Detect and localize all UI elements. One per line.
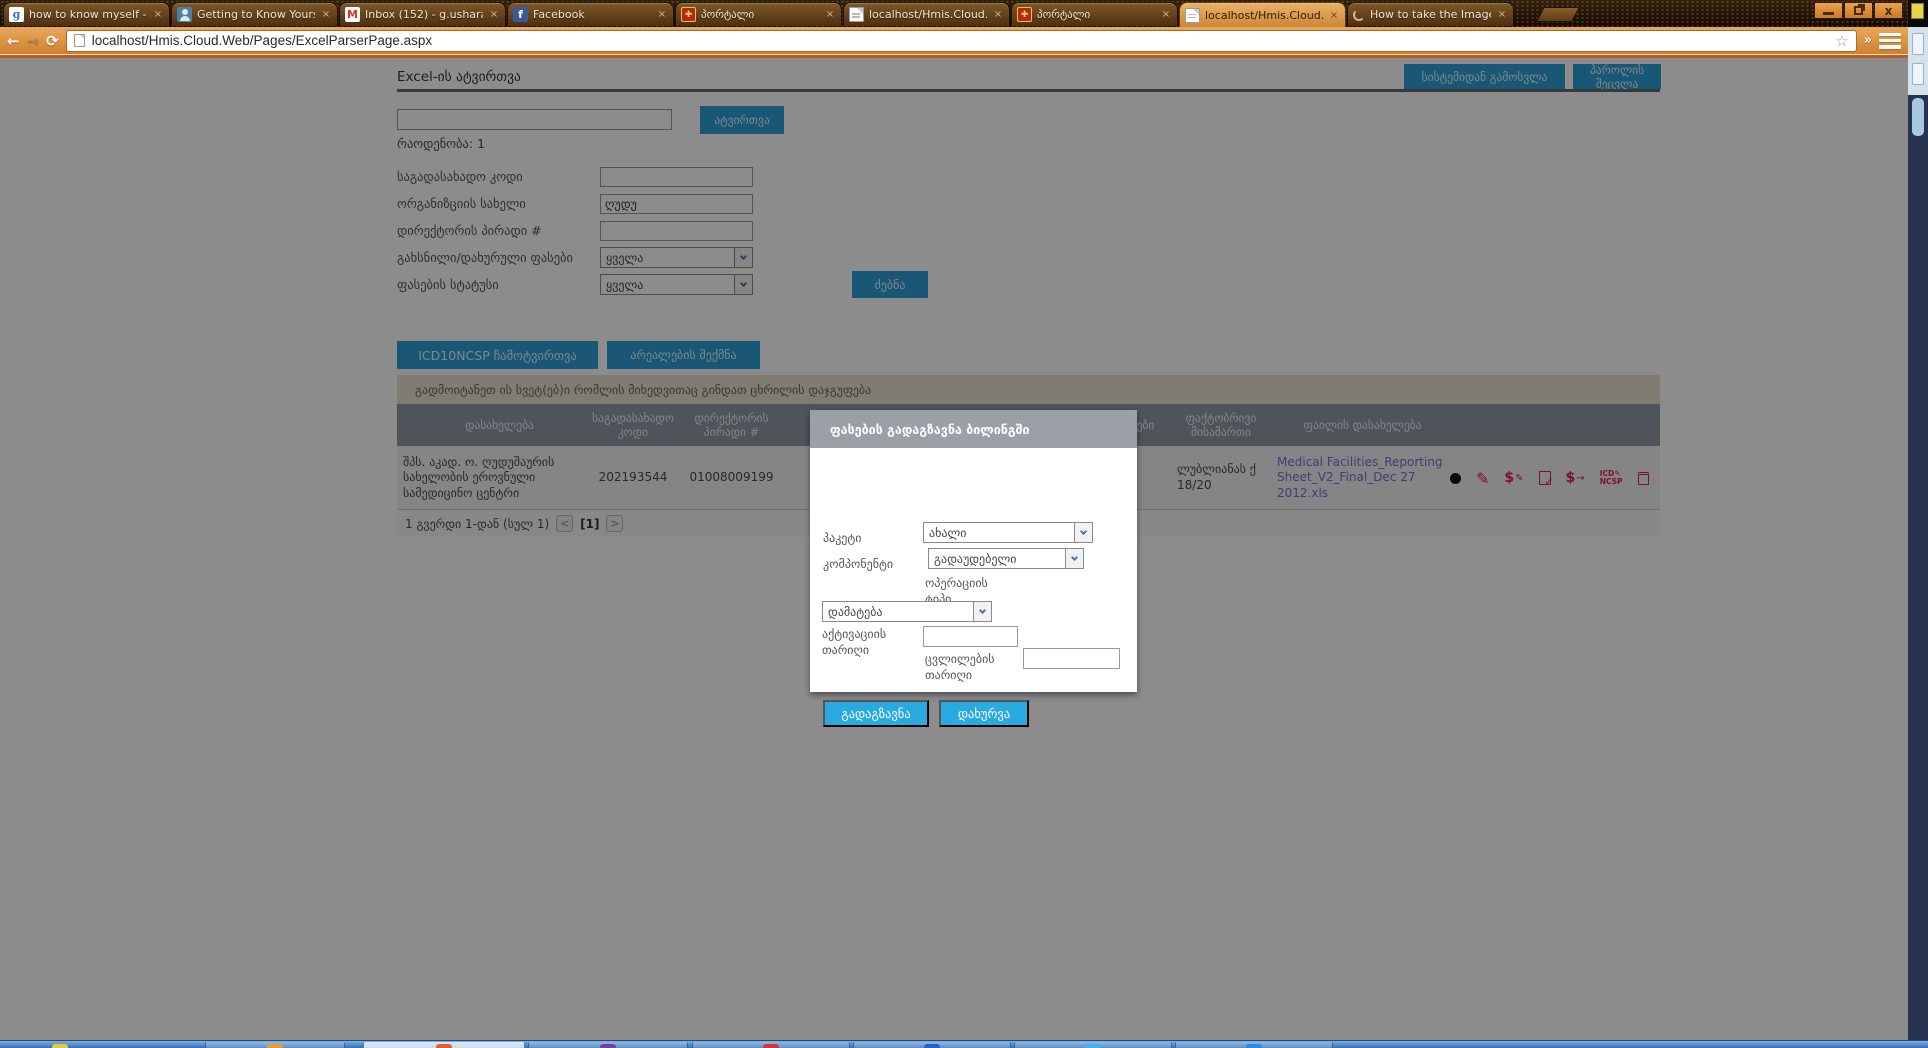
scrollbar-thumb[interactable]: [1912, 98, 1924, 136]
operation-type-select[interactable]: დამატება: [822, 601, 992, 622]
close-button[interactable]: x: [1874, 2, 1903, 19]
tab-title: localhost/Hmis.Cloud.We: [1205, 9, 1323, 22]
chrome-menu-icon[interactable]: [1879, 33, 1901, 49]
activation-date-input[interactable]: [923, 626, 1018, 647]
page-favicon: [74, 34, 85, 47]
tab-strip: g how to know myself - Goo × Getting to …: [3, 2, 1515, 27]
tab-title: Getting to Know Yourself,: [197, 8, 315, 21]
taskbar-item[interactable]: [528, 1042, 688, 1048]
tab-how-to-take-image[interactable]: How to take the Image of ×: [1347, 2, 1514, 26]
reload-icon[interactable]: ⟳: [46, 32, 59, 50]
new-tab-button[interactable]: [1536, 7, 1580, 22]
send-button[interactable]: გადაგზავნა: [823, 700, 929, 727]
loading-spinner-favicon: [1353, 9, 1365, 21]
taskbar-item[interactable]: [692, 1042, 850, 1048]
tab-close-icon[interactable]: ×: [824, 9, 836, 20]
person-favicon: [177, 7, 192, 22]
georgia-emblem-favicon: ✚: [1017, 7, 1032, 22]
facebook-favicon: f: [513, 7, 528, 22]
tab-close-icon[interactable]: ×: [1496, 9, 1508, 20]
background-window-edge: [1908, 0, 1928, 1040]
package-label: პაკეტი: [823, 530, 861, 546]
taskbar-item[interactable]: [40, 1042, 80, 1048]
select-value: ახალი: [924, 526, 1074, 540]
gmail-favicon: M: [345, 7, 360, 22]
tab-bar: g how to know myself - Goo × Getting to …: [0, 0, 1908, 27]
tab-google-search[interactable]: g how to know myself - Goo ×: [3, 2, 170, 26]
tab-localhost-active[interactable]: localhost/Hmis.Cloud.We ×: [1179, 2, 1346, 27]
georgia-emblem-favicon: ✚: [681, 7, 696, 22]
page-viewport: Excel-ის ატვირთვა სისტემიდან გამოსვლა პა…: [0, 58, 1908, 1040]
tab-facebook[interactable]: f Facebook ×: [507, 2, 674, 26]
component-select[interactable]: გადაუდებელი: [928, 548, 1084, 569]
restore-button[interactable]: [1844, 2, 1873, 19]
tab-title: localhost/Hmis.Cloud.We: [869, 8, 987, 21]
minimize-icon: [1823, 12, 1834, 15]
forward-icon[interactable]: →: [27, 32, 40, 50]
back-icon[interactable]: ←: [7, 32, 20, 50]
tab-close-icon[interactable]: ×: [488, 9, 500, 20]
change-date-label: ცვლილების თარიღი: [925, 651, 1010, 683]
tab-portal-1[interactable]: ✚ პორტალი ×: [675, 2, 842, 26]
modal-close-button[interactable]: დახურვა: [939, 700, 1029, 727]
background-window-button: [1912, 63, 1924, 85]
address-bar: ← → ⟳ localhost/Hmis.Cloud.Web/Pages/Exc…: [0, 27, 1908, 54]
taskbar-item[interactable]: [853, 1042, 1011, 1048]
tab-title: Facebook: [533, 8, 651, 21]
component-label: კომპონენტი: [823, 556, 893, 572]
taskbar-item[interactable]: [363, 1042, 525, 1048]
bookmark-star-icon[interactable]: ☆: [1835, 32, 1848, 50]
close-icon: x: [1885, 4, 1893, 18]
chevron-down-icon: [1065, 549, 1083, 568]
activation-date-label: აქტივაციის თარიღი: [822, 626, 912, 658]
tab-portal-2[interactable]: ✚ პორტალი ×: [1011, 2, 1178, 26]
taskbar-item[interactable]: [205, 1042, 345, 1048]
select-value: გადაუდებელი: [929, 552, 1065, 566]
tab-close-icon[interactable]: ×: [992, 9, 1004, 20]
document-favicon: [1185, 8, 1200, 23]
url-field[interactable]: localhost/Hmis.Cloud.Web/Pages/ExcelPars…: [66, 30, 1857, 52]
tab-close-icon[interactable]: ×: [656, 9, 668, 20]
taskbar-item[interactable]: [1175, 1042, 1333, 1048]
bookmarks-overflow-icon[interactable]: »: [1864, 33, 1872, 48]
taskbar-item[interactable]: [1014, 1042, 1172, 1048]
send-prices-modal: ფასების გადაგზავნა ბილინგში პაკეტი ახალი…: [810, 410, 1137, 692]
chevron-down-icon: [973, 602, 991, 621]
modal-title: ფასების გადაგზავნა ბილინგში: [810, 410, 1137, 448]
folder-icon: [1911, 3, 1924, 19]
taskbar: [0, 1040, 1928, 1048]
browser-window: g how to know myself - Goo × Getting to …: [0, 0, 1908, 1040]
change-date-input[interactable]: [1023, 648, 1120, 669]
tab-gmail-inbox[interactable]: M Inbox (152) - g.usharauli@ ×: [339, 2, 506, 26]
tab-title: პორტალი: [701, 8, 819, 21]
tab-close-icon[interactable]: ×: [320, 9, 332, 20]
url-text[interactable]: localhost/Hmis.Cloud.Web/Pages/ExcelPars…: [92, 33, 1828, 48]
tab-close-icon[interactable]: ×: [152, 9, 164, 20]
restore-icon: [1854, 6, 1863, 15]
tab-title: Inbox (152) - g.usharauli@: [365, 8, 483, 21]
select-value: დამატება: [823, 605, 973, 619]
chevron-down-icon: [1074, 523, 1092, 542]
tab-title: პორტალი: [1037, 8, 1155, 21]
screen: g how to know myself - Goo × Getting to …: [0, 0, 1928, 1048]
minimize-button[interactable]: [1814, 2, 1843, 19]
background-window-panel: [1908, 27, 1928, 95]
tab-close-icon[interactable]: ×: [1328, 10, 1340, 21]
window-controls: x: [1814, 2, 1903, 19]
package-select[interactable]: ახალი: [923, 522, 1093, 543]
tab-localhost-1[interactable]: localhost/Hmis.Cloud.We ×: [843, 2, 1010, 26]
tab-getting-to-know[interactable]: Getting to Know Yourself, ×: [171, 2, 338, 26]
tab-title: How to take the Image of: [1370, 8, 1491, 21]
background-window-button: [1912, 33, 1924, 55]
google-favicon: g: [9, 7, 24, 22]
tab-title: how to know myself - Goo: [29, 8, 147, 21]
tab-close-icon[interactable]: ×: [1160, 9, 1172, 20]
document-favicon: [849, 7, 864, 22]
